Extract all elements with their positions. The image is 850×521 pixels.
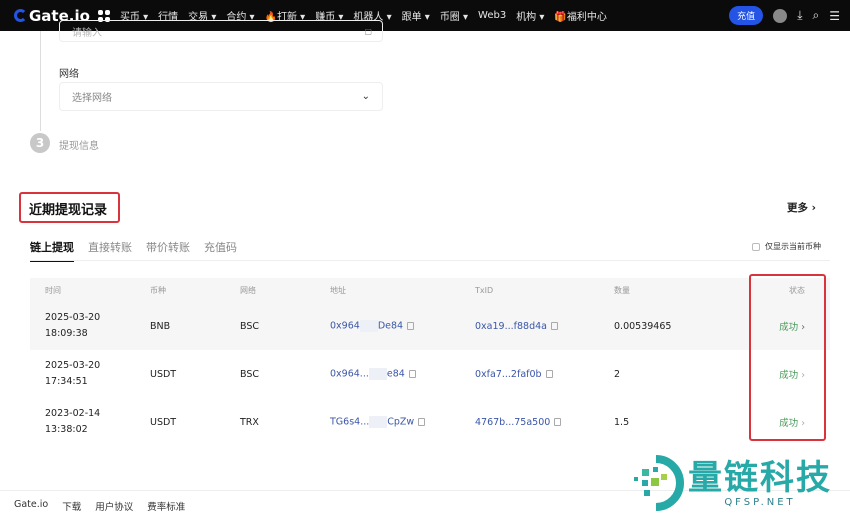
redacted [368,368,387,380]
search-icon[interactable]: ⌕ [813,8,820,23]
nav-item-institution[interactable]: 机构 ▾ [516,8,544,23]
address-end: De84 [377,320,404,332]
date: 2025-03-20 [45,312,101,323]
more-link[interactable]: 更多 › [787,200,816,215]
tab-direct-transfer[interactable]: 直接转账 [88,239,132,262]
nav-item-square[interactable]: 币圈 ▾ [440,8,468,23]
copy-icon[interactable] [418,418,426,426]
copy-icon[interactable] [407,322,415,330]
table-header: 时间 币种 网络 地址 TxID 数量 状态 [30,278,830,302]
row-amount: 0.00539465 [614,320,672,332]
logo-icon [14,9,27,22]
col-time: 时间 [45,285,61,295]
copy-icon[interactable] [545,370,553,378]
col-network: 网络 [240,285,256,295]
row-address[interactable]: TG6s4... CpZw [330,416,426,428]
row-amount: 2 [614,368,621,380]
watermark-logo-icon [634,455,684,511]
row-time: 2023-02-14 13:38:02 [45,406,100,438]
menu-icon[interactable]: ☰ [829,9,840,23]
time: 18:09:38 [45,328,88,339]
address-start: 0x964... [330,368,369,380]
row-address[interactable]: 0x964 De84 [330,320,415,332]
footer-link-gate[interactable]: Gate.io [14,499,48,513]
row-coin: USDT [150,368,177,380]
txid: 0xfa7...2faf0b [475,368,542,380]
time: 13:38:02 [45,424,88,435]
address-start: TG6s4... [330,416,370,428]
network-select[interactable]: 选择网络 ⌄ [59,82,383,111]
tab-deposit-code[interactable]: 充值码 [204,239,237,262]
current-coin-filter[interactable]: 仅显示当前币种 [752,241,821,252]
nav-item-rewards[interactable]: 🎁福利中心 [554,8,606,23]
address-placeholder: 请输入 [72,27,102,39]
redacted [369,416,388,428]
watermark-text: 量链科技 [688,457,832,498]
col-txid: TxID [475,285,494,295]
copy-icon[interactable] [408,370,416,378]
table-row[interactable]: 2023-02-14 13:38:02 USDT TRX TG6s4... CpZw… [30,398,830,446]
row-txid[interactable]: 0xa19...f88d4a [475,321,558,332]
copy-icon[interactable] [554,418,562,426]
row-coin: BNB [150,320,171,332]
step-3-badge: 3 [30,133,50,153]
row-coin: USDT [150,416,177,428]
deposit-button[interactable]: 充值 [729,6,764,25]
date: 2025-03-20 [45,360,101,371]
watermark-sub: QFSP.NET [724,496,796,508]
nav-item-web3[interactable]: Web3 [478,10,506,21]
row-time: 2025-03-20 17:34:51 [45,358,100,390]
footer-link-fees[interactable]: 费率标准 [147,499,185,513]
row-address[interactable]: 0x964... e84 [330,368,416,380]
row-txid[interactable]: 4767b...75a500 [475,416,562,428]
txid: 4767b...75a500 [475,416,551,428]
col-address: 地址 [330,285,346,295]
row-time: 2025-03-20 18:09:38 [45,310,100,342]
txid: 0xa19...f88d4a [475,320,547,332]
footer-link-download[interactable]: 下载 [62,499,81,513]
address-start: 0x964 [330,320,360,332]
tab-priced-transfer[interactable]: 带价转账 [146,239,190,262]
time: 17:34:51 [45,376,88,387]
network-label: 网络 [59,69,79,80]
col-coin: 币种 [150,285,166,295]
row-network: BSC [240,368,260,380]
avatar[interactable] [773,8,788,23]
watermark: 量链科技 QFSP.NET [628,455,832,511]
row-txid[interactable]: 0xfa7...2faf0b [475,369,553,380]
nav-item-copy[interactable]: 跟单 ▾ [402,8,430,23]
download-icon[interactable]: ⤓ [797,8,802,23]
address-input[interactable]: 请输入 ▢ [59,20,383,42]
section-title: 近期提现记录 [29,203,108,218]
filter-label: 仅显示当前币种 [765,242,821,251]
address-end: CpZw [387,416,415,428]
redacted [359,320,378,332]
record-tabs: 链上提现 直接转账 带价转账 充值码 [30,239,237,262]
tabs-divider [30,260,830,261]
network-placeholder: 选择网络 [72,93,112,104]
copy-icon[interactable] [550,322,558,330]
row-network: BSC [240,320,260,332]
date: 2023-02-14 [45,408,101,419]
table-row[interactable]: 2025-03-20 17:34:51 USDT BSC 0x964... e84 … [30,350,830,398]
withdrawal-table: 时间 币种 网络 地址 TxID 数量 状态 2025-03-20 18:09:3… [30,278,830,446]
row-amount: 1.5 [614,416,630,428]
chevron-down-icon: ⌄ [361,91,370,102]
tab-onchain[interactable]: 链上提现 [30,239,74,262]
paste-icon[interactable]: ▢ [364,27,372,36]
row-network: TRX [240,416,259,428]
col-amount: 数量 [614,285,630,295]
step-3-label: 提现信息 [59,141,99,152]
table-row[interactable]: 2025-03-20 18:09:38 BNB BSC 0x964 De84 0xa… [30,302,830,350]
address-end: e84 [386,368,405,380]
checkbox[interactable] [752,242,760,251]
footer-link-terms[interactable]: 用户协议 [95,499,133,513]
step-line [40,31,41,131]
highlight-box-status [749,274,826,441]
